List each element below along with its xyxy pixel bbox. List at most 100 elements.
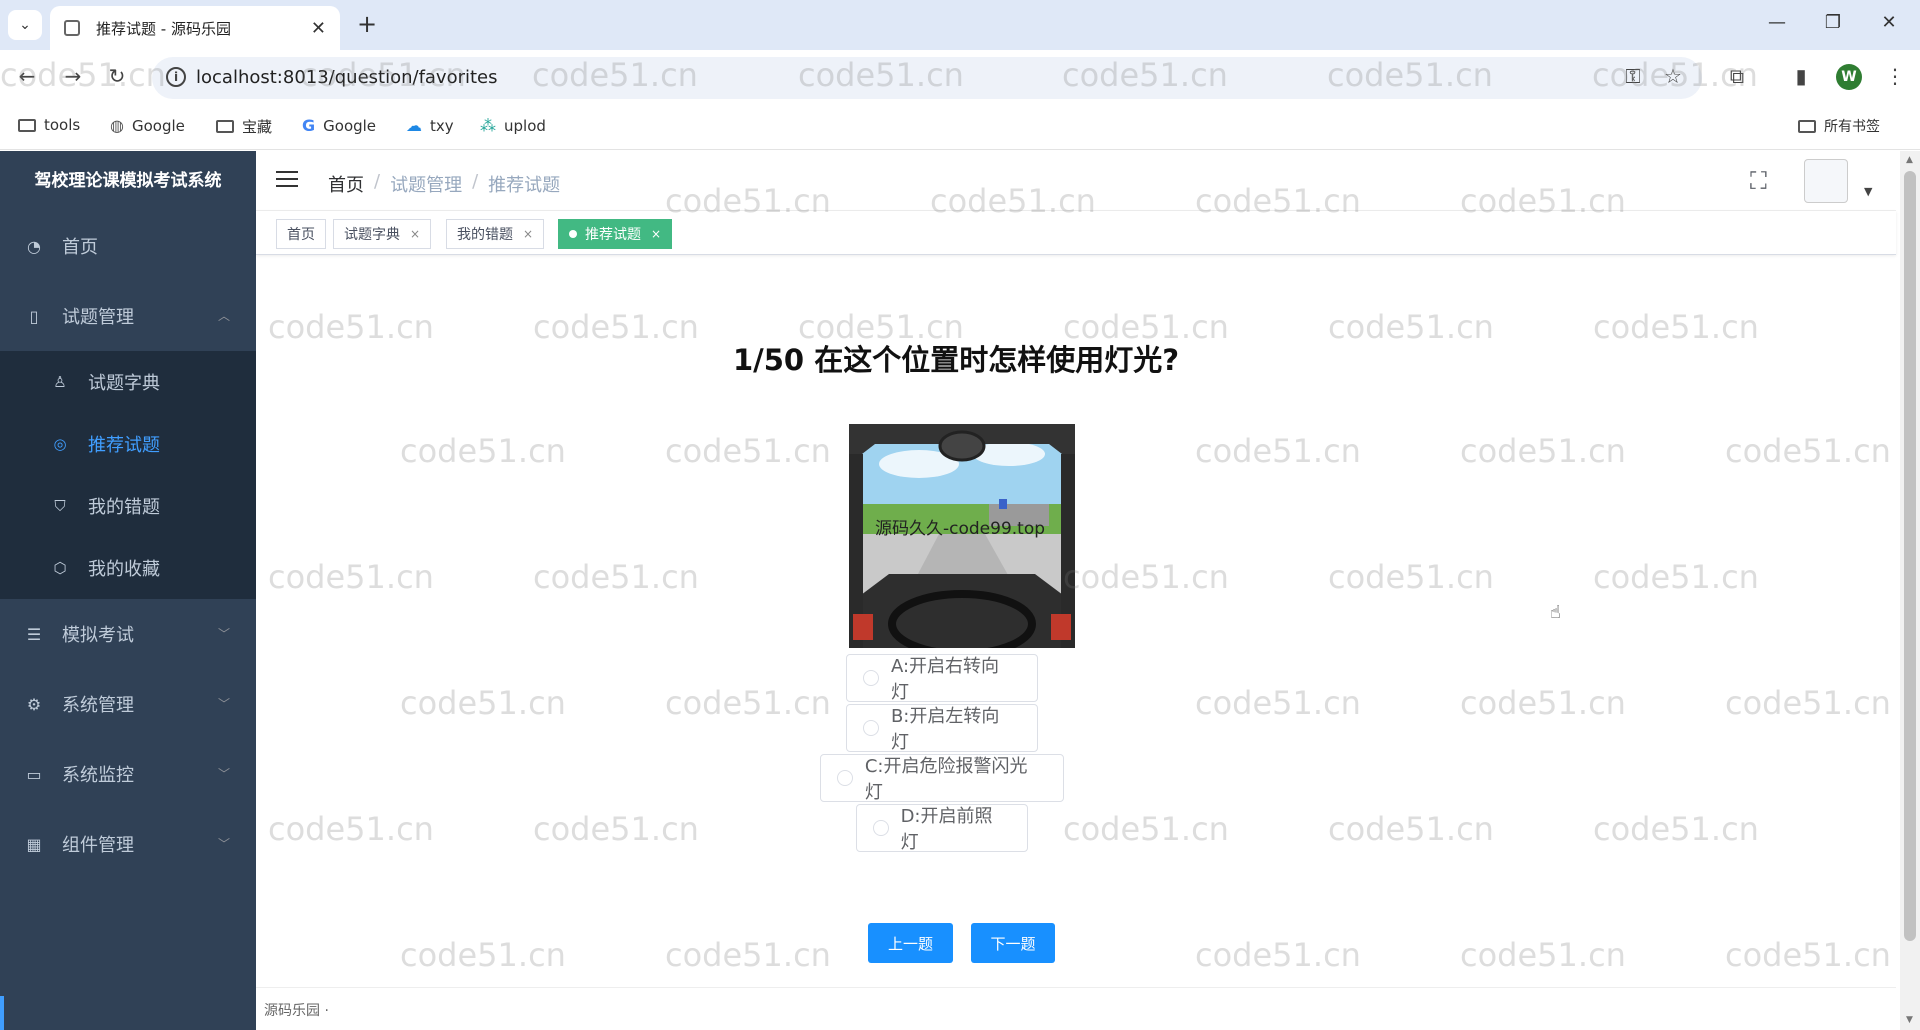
sidebar-item-system-management[interactable]: ⚙ 系统管理 ﹀ — [0, 669, 256, 739]
next-question-button[interactable]: 下一题 — [971, 923, 1055, 963]
footer: 源码乐园 · — [256, 987, 1896, 1030]
scrollbar-thumb[interactable] — [1904, 171, 1916, 941]
list-icon: ☰ — [26, 624, 42, 644]
bookmark-baozang[interactable]: 宝藏 — [216, 116, 272, 137]
minimize-button[interactable]: — — [1762, 12, 1792, 33]
grid-icon: ▦ — [26, 834, 42, 854]
all-bookmarks[interactable]: 所有书签 — [1798, 116, 1908, 136]
breadcrumb-recommended: 推荐试题 — [488, 175, 561, 196]
fullscreen-icon[interactable]: ⛶ — [1750, 167, 1767, 195]
sidebar-item-recommended-questions[interactable]: ◎ 推荐试题 — [0, 413, 256, 475]
option-d[interactable]: D:开启前照灯 — [856, 804, 1028, 853]
image-caption: 源码久久-code99.top — [875, 519, 1046, 539]
more-menu-icon[interactable]: ⋮ — [1880, 64, 1910, 88]
scroll-up-icon[interactable]: ▲ — [1906, 155, 1913, 165]
bookmark-uplod[interactable]: ⁂ uplod — [480, 116, 546, 135]
bookmark-txy[interactable]: ☁ txy — [406, 116, 454, 135]
dashboard-icon: ◔ — [27, 236, 41, 256]
user-avatar[interactable] — [1804, 159, 1848, 203]
option-a[interactable]: A:开启右转向灯 — [846, 654, 1038, 703]
browser-tab[interactable]: 推荐试题 - 源码乐园 ✕ — [50, 6, 340, 50]
page-scrollbar[interactable]: ▲ ▼ — [1900, 151, 1920, 1030]
app-root: 驾校理论课模拟考试系统 ◔ 首页 ▯ 试题管理 ︿ ♙ 试题字典 ◎ 推荐试题 … — [0, 151, 1920, 1030]
sidebar-item-home[interactable]: ◔ 首页 — [0, 211, 256, 281]
question-submenu: ♙ 试题字典 ◎ 推荐试题 ⛉ 我的错题 ⬡ 我的收藏 — [0, 351, 256, 599]
radio-icon[interactable] — [863, 720, 879, 736]
browser-tab-bar: ⌄ 推荐试题 - 源码乐园 ✕ + — ❐ ✕ — [0, 0, 1920, 50]
google-icon: G — [302, 116, 316, 135]
radio-icon[interactable] — [837, 770, 853, 786]
site-info-icon[interactable]: i — [166, 67, 186, 87]
sidebar-scroll-indicator — [0, 996, 4, 1030]
profile-avatar[interactable]: W — [1836, 64, 1862, 90]
sidebar: 驾校理论课模拟考试系统 ◔ 首页 ▯ 试题管理 ︿ ♙ 试题字典 ◎ 推荐试题 … — [0, 151, 256, 1030]
sidebar-item-system-monitor[interactable]: ▭ 系统监控 ﹀ — [0, 739, 256, 809]
sidebar-item-question-dictionary[interactable]: ♙ 试题字典 — [0, 351, 256, 413]
cube-icon: ⬡ — [53, 559, 67, 577]
close-tag-icon[interactable]: × — [651, 227, 661, 241]
close-tag-icon[interactable]: × — [410, 227, 420, 241]
navbar: 首页 / 试题管理 / 推荐试题 ⛶ ▼ — [256, 151, 1896, 211]
address-bar[interactable]: i localhost:8013/question/favorites — [152, 57, 1702, 99]
extensions-icon[interactable]: ⧉ — [1722, 64, 1752, 88]
shield-icon: ⛉ — [54, 497, 66, 515]
breadcrumb: 首页 / 试题管理 / 推荐试题 — [328, 171, 561, 197]
forward-icon[interactable]: → — [58, 64, 88, 88]
close-window-button[interactable]: ✕ — [1874, 12, 1904, 33]
main-content: 首页 / 试题管理 / 推荐试题 ⛶ ▼ 首页 试题字典 × 我的错题 × 推荐试题… — [256, 151, 1920, 1030]
sidebar-item-mock-exam[interactable]: ☰ 模拟考试 ﹀ — [0, 599, 256, 669]
sidebar-item-favorites[interactable]: ⬡ 我的收藏 — [0, 537, 256, 599]
close-tag-icon[interactable]: × — [523, 227, 533, 241]
url-text[interactable]: localhost:8013/question/favorites — [196, 67, 498, 88]
sidebar-item-question-management[interactable]: ▯ 试题管理 ︿ — [0, 281, 256, 351]
page-favicon-icon — [64, 20, 80, 36]
prev-question-button[interactable]: 上一题 — [868, 923, 953, 963]
new-tab-button[interactable]: + — [352, 10, 382, 38]
question-image: 源码久久-code99.top — [849, 424, 1075, 648]
sidebar-item-component-management[interactable]: ▦ 组件管理 ﹀ — [0, 809, 256, 879]
folder-icon — [216, 120, 234, 133]
cluster-icon: ⁂ — [480, 116, 496, 135]
bookmark-google[interactable]: ◍ Google — [110, 116, 185, 135]
hamburger-icon[interactable] — [276, 171, 298, 189]
chevron-down-icon: ﹀ — [217, 627, 230, 641]
caret-down-icon[interactable]: ▼ — [1864, 185, 1872, 198]
mouse-cursor-icon: ☝ — [1550, 602, 1561, 623]
tab-search-button[interactable]: ⌄ — [8, 10, 42, 40]
tag-question-dictionary[interactable]: 试题字典 × — [333, 219, 432, 249]
cloud-icon: ☁ — [406, 116, 422, 135]
reload-icon[interactable]: ↻ — [102, 64, 132, 88]
tag-recommended-questions[interactable]: 推荐试题 × — [558, 219, 673, 249]
bookmark-google-2[interactable]: G Google — [302, 116, 376, 135]
tag-wrong-questions[interactable]: 我的错题 × — [446, 219, 545, 249]
option-c[interactable]: C:开启危险报警闪光灯 — [820, 754, 1064, 803]
tags-view: 首页 试题字典 × 我的错题 × 推荐试题 × — [256, 211, 1896, 255]
sidebar-item-wrong-questions[interactable]: ⛉ 我的错题 — [0, 475, 256, 537]
scroll-down-icon[interactable]: ▼ — [1906, 1015, 1913, 1025]
close-tab-icon[interactable]: ✕ — [311, 18, 326, 39]
option-b[interactable]: B:开启左转向灯 — [846, 704, 1038, 753]
folder-icon — [18, 118, 36, 132]
breadcrumb-question-management: 试题管理 — [390, 175, 463, 196]
chevron-down-icon: ⌄ — [19, 17, 31, 33]
radio-icon[interactable] — [873, 820, 889, 836]
password-key-icon[interactable]: ⚿ — [1618, 64, 1648, 88]
bookmarks-bar: tools ◍ Google 宝藏 G Google ☁ txy ⁂ uplod 所有书… — [0, 106, 1920, 150]
globe-icon: ◍ — [110, 116, 124, 135]
chevron-down-icon: ﹀ — [217, 837, 230, 851]
chevron-down-icon: ﹀ — [217, 767, 230, 781]
tag-home[interactable]: 首页 — [276, 219, 326, 249]
side-panel-icon[interactable]: ▮ — [1786, 64, 1816, 88]
browser-toolbar: ← → ↻ i localhost:8013/question/favorite… — [0, 50, 1920, 106]
target-icon: ◎ — [53, 435, 67, 453]
restore-button[interactable]: ❐ — [1818, 12, 1848, 33]
folder-icon — [1798, 119, 1816, 133]
gear-icon: ⚙ — [26, 694, 42, 714]
back-icon[interactable]: ← — [12, 64, 42, 88]
monitor-icon: ▭ — [26, 764, 42, 784]
question-title: 1/50 在这个位置时怎样使用灯光? — [732, 343, 1180, 377]
breadcrumb-home[interactable]: 首页 — [328, 171, 364, 197]
radio-icon[interactable] — [863, 670, 879, 686]
bookmark-star-icon[interactable]: ☆ — [1658, 64, 1688, 88]
bookmark-tools[interactable]: tools — [18, 116, 80, 134]
